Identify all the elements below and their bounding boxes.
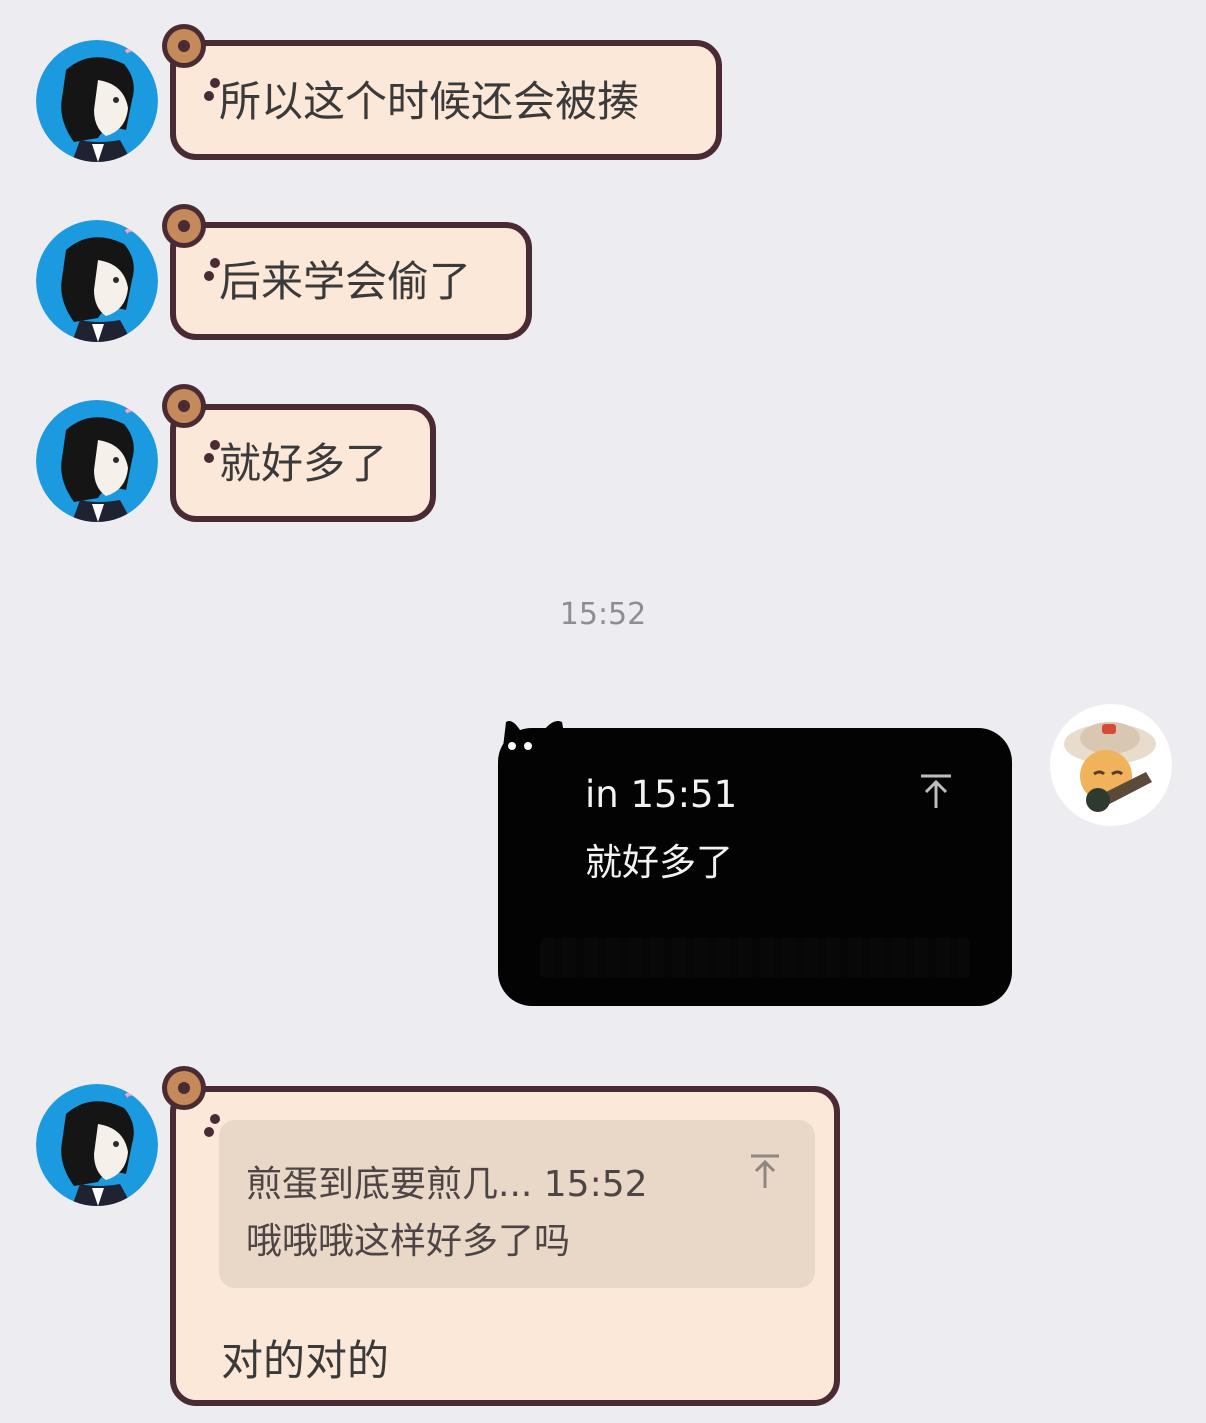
message-text: 对的对的: [221, 1336, 390, 1385]
quoted-message-meta: 煎蛋到底要煎几... 15:52: [246, 1164, 648, 1205]
contact-avatar[interactable]: [36, 40, 158, 162]
donut-icon: [162, 1066, 206, 1110]
contact-avatar[interactable]: [36, 220, 158, 342]
quoted-message-meta: in 15:51: [585, 773, 738, 816]
bubble-decoration-dot: [204, 271, 214, 281]
bubble-decoration-dot: [210, 1114, 220, 1124]
bubble-texture: [540, 938, 970, 978]
bubble-decoration-dot: [204, 1127, 214, 1137]
quoted-message-text: 哦哦哦这样好多了吗: [246, 1221, 571, 1262]
message-text: 后来学会偷了: [219, 257, 472, 306]
donut-icon: [162, 24, 206, 68]
quoted-message-text: 就好多了: [585, 841, 733, 884]
message-text: 所以这个时候还会被揍: [219, 77, 640, 126]
my-avatar[interactable]: [1050, 704, 1172, 826]
chat-timestamp: 15:52: [559, 597, 647, 632]
arrow-up-to-line-icon[interactable]: [917, 772, 955, 812]
message-text: 就好多了: [219, 439, 388, 488]
bubble-decoration-dot: [204, 91, 214, 101]
contact-avatar[interactable]: [36, 400, 158, 522]
donut-icon: [162, 204, 206, 248]
cat-ears-decoration: [502, 721, 568, 756]
arrow-up-to-line-icon[interactable]: [748, 1153, 782, 1191]
bubble-decoration-dot: [204, 453, 214, 463]
contact-avatar[interactable]: [36, 1084, 158, 1206]
donut-icon: [162, 384, 206, 428]
